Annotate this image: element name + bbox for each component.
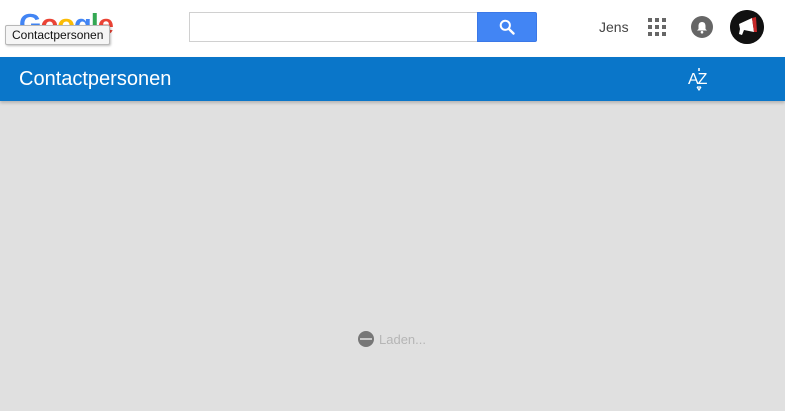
avatar-image [730, 10, 764, 44]
apps-grid-icon [648, 18, 666, 36]
sort-button[interactable]: AZ [686, 67, 712, 91]
notifications-button[interactable] [691, 16, 713, 38]
page-title: Contactpersonen [19, 68, 172, 90]
search-icon [499, 19, 515, 35]
spinner-icon [358, 331, 374, 347]
search-button[interactable] [477, 12, 537, 42]
bell-icon [697, 21, 707, 33]
app-bar: Contactpersonen AZ [0, 57, 785, 101]
sort-arrow-icon [696, 68, 702, 91]
search-input[interactable] [189, 12, 478, 42]
user-name[interactable]: Jens [599, 18, 629, 36]
apps-button[interactable] [647, 17, 667, 37]
avatar[interactable] [730, 10, 764, 44]
top-bar: Google Contactpersonen Jens [0, 0, 785, 57]
loading-indicator: Laden... [358, 330, 426, 348]
loading-text: Laden... [379, 331, 426, 347]
logo-tooltip: Contactpersonen [5, 25, 111, 45]
